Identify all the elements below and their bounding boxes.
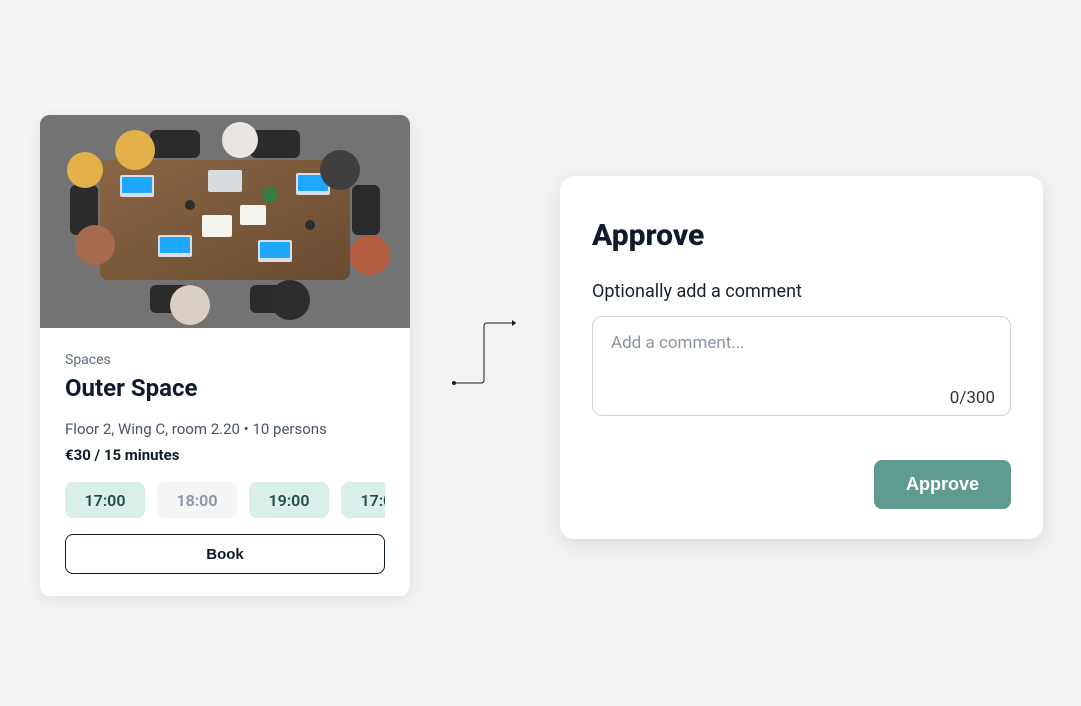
time-slot: 18:00 <box>157 482 237 518</box>
approve-title: Approve <box>592 218 1011 253</box>
time-slot-label: 17:00 <box>85 491 126 510</box>
time-slot-label: 19:00 <box>269 491 310 510</box>
time-slot-label: 17:00 <box>361 491 385 510</box>
category-label: Spaces <box>65 352 385 368</box>
approve-button[interactable]: Approve <box>874 460 1011 509</box>
comment-input[interactable] <box>592 316 1011 416</box>
room-image <box>40 115 410 328</box>
comment-label: Optionally add a comment <box>592 281 1011 302</box>
time-slot-row: 17:00 18:00 19:00 17:00 <box>65 482 385 518</box>
time-slot[interactable]: 17:00 <box>65 482 145 518</box>
book-button-label: Book <box>206 546 244 563</box>
comment-field-wrap: 0/300 <box>592 316 1011 420</box>
time-slot[interactable]: 19:00 <box>249 482 329 518</box>
time-slot[interactable]: 17:00 <box>341 482 385 518</box>
time-slot-label: 18:00 <box>177 491 218 510</box>
booking-card: Spaces Outer Space Floor 2, Wing C, room… <box>40 115 410 596</box>
approve-button-label: Approve <box>906 474 979 494</box>
book-button[interactable]: Book <box>65 534 385 574</box>
room-price: €30 / 15 minutes <box>65 446 385 464</box>
connector-line <box>451 318 521 388</box>
approve-panel: Approve Optionally add a comment 0/300 A… <box>560 176 1043 539</box>
room-meta: Floor 2, Wing C, room 2.20 • 10 persons <box>65 420 385 438</box>
room-name: Outer Space <box>65 374 385 402</box>
